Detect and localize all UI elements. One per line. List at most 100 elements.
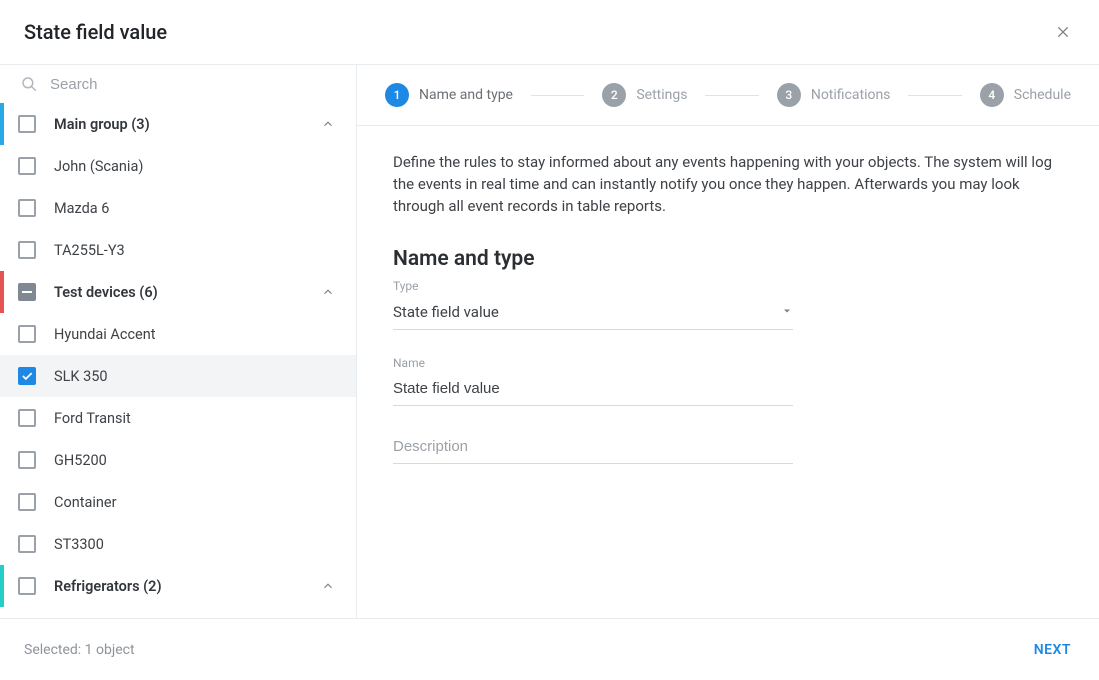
object-label: Container: [54, 494, 340, 511]
object-tree[interactable]: Main group (3) John (Scania) Mazda 6 TA2…: [0, 103, 356, 618]
step[interactable]: 4 Schedule: [980, 83, 1071, 107]
object-checkbox[interactable]: [18, 409, 36, 427]
description-input[interactable]: [393, 432, 793, 464]
object-checkbox[interactable]: [18, 157, 36, 175]
step-label: Settings: [636, 87, 687, 103]
dialog-footer: Selected: 1 object NEXT: [0, 618, 1099, 680]
chevron-up-icon: [321, 579, 335, 593]
dialog: State field value Main group (3) John (S…: [0, 0, 1099, 680]
stepper: 1 Name and type 2 Settings 3 Notifications 4 Sc…: [357, 65, 1099, 126]
object-row[interactable]: Hyundai Accent: [0, 313, 356, 355]
dialog-body: Main group (3) John (Scania) Mazda 6 TA2…: [0, 65, 1099, 618]
dialog-title: State field value: [24, 20, 167, 44]
object-label: Ford Transit: [54, 410, 340, 427]
row-marker: [0, 313, 4, 355]
object-checkbox[interactable]: [18, 493, 36, 511]
main-panel: 1 Name and type 2 Settings 3 Notifications 4 Sc…: [357, 65, 1099, 618]
row-marker: [0, 229, 4, 271]
name-field: Name: [393, 356, 793, 406]
main-content: Define the rules to stay informed about …: [357, 126, 1099, 618]
group-marker: [0, 103, 4, 145]
group-label: Test devices (6): [54, 284, 316, 301]
group-label: Refrigerators (2): [54, 578, 316, 595]
type-select[interactable]: State field value: [393, 297, 793, 330]
object-label: TA255L-Y3: [54, 242, 340, 259]
step-separator: [531, 95, 584, 96]
step-number: 1: [385, 83, 409, 107]
step-number: 3: [777, 83, 801, 107]
group-checkbox[interactable]: [18, 115, 36, 133]
object-checkbox[interactable]: [18, 367, 36, 385]
object-row[interactable]: GH5200: [0, 439, 356, 481]
object-checkbox[interactable]: [18, 535, 36, 553]
object-label: SLK 350: [54, 368, 340, 385]
section-title: Name and type: [393, 247, 1063, 271]
group-marker: [0, 271, 4, 313]
collapse-toggle[interactable]: [316, 280, 340, 304]
step-label: Name and type: [419, 87, 513, 103]
sidebar: Main group (3) John (Scania) Mazda 6 TA2…: [0, 65, 357, 618]
object-row[interactable]: TA255L-Y3: [0, 229, 356, 271]
row-marker: [0, 439, 4, 481]
object-label: John (Scania): [54, 158, 340, 175]
type-label: Type: [393, 279, 793, 293]
group-label: Main group (3): [54, 116, 316, 133]
name-label: Name: [393, 356, 793, 370]
row-marker: [0, 481, 4, 523]
step[interactable]: 3 Notifications: [777, 83, 891, 107]
step-number: 2: [602, 83, 626, 107]
object-checkbox[interactable]: [18, 241, 36, 259]
group-row[interactable]: Main group (3): [0, 103, 356, 145]
selection-status: Selected: 1 object: [24, 642, 135, 658]
step[interactable]: 1 Name and type: [385, 83, 513, 107]
object-row[interactable]: John (Scania): [0, 145, 356, 187]
check-icon: [20, 369, 34, 383]
object-row[interactable]: ST3300: [0, 523, 356, 565]
object-checkbox[interactable]: [18, 451, 36, 469]
object-row[interactable]: SLK 350: [0, 355, 356, 397]
object-checkbox[interactable]: [18, 199, 36, 217]
chevron-up-icon: [321, 117, 335, 131]
row-marker: [0, 523, 4, 565]
description-field: [393, 432, 793, 464]
object-row[interactable]: Container: [0, 481, 356, 523]
group-checkbox[interactable]: [18, 577, 36, 595]
row-marker: [0, 187, 4, 229]
step[interactable]: 2 Settings: [602, 83, 687, 107]
step-label: Notifications: [811, 87, 891, 103]
object-label: ST3300: [54, 536, 340, 553]
type-value: State field value: [393, 303, 499, 321]
collapse-toggle[interactable]: [316, 112, 340, 136]
collapse-toggle[interactable]: [316, 574, 340, 598]
object-label: Hyundai Accent: [54, 326, 340, 343]
row-marker: [0, 145, 4, 187]
group-row[interactable]: Test devices (6): [0, 271, 356, 313]
chevron-up-icon: [321, 285, 335, 299]
group-marker: [0, 565, 4, 607]
search-icon: [20, 75, 38, 93]
close-button[interactable]: [1049, 18, 1077, 46]
next-button[interactable]: NEXT: [1034, 642, 1071, 658]
type-field: Type State field value: [393, 279, 793, 330]
object-label: GH5200: [54, 452, 340, 469]
search-row: [0, 65, 356, 103]
dropdown-caret: [781, 303, 793, 321]
object-row[interactable]: Mazda 6: [0, 187, 356, 229]
step-number: 4: [980, 83, 1004, 107]
name-input[interactable]: [393, 374, 793, 406]
step-separator: [705, 95, 758, 96]
caret-down-icon: [781, 305, 793, 317]
object-row[interactable]: Ford Transit: [0, 397, 356, 439]
step-separator: [908, 95, 961, 96]
row-marker: [0, 397, 4, 439]
object-checkbox[interactable]: [18, 325, 36, 343]
dialog-header: State field value: [0, 0, 1099, 65]
row-marker: [0, 355, 4, 397]
step-label: Schedule: [1014, 87, 1071, 103]
object-label: Mazda 6: [54, 200, 340, 217]
search-input[interactable]: [50, 76, 340, 93]
close-icon: [1055, 24, 1071, 40]
group-row[interactable]: Refrigerators (2): [0, 565, 356, 607]
intro-text: Define the rules to stay informed about …: [393, 152, 1063, 217]
group-checkbox[interactable]: [18, 283, 36, 301]
